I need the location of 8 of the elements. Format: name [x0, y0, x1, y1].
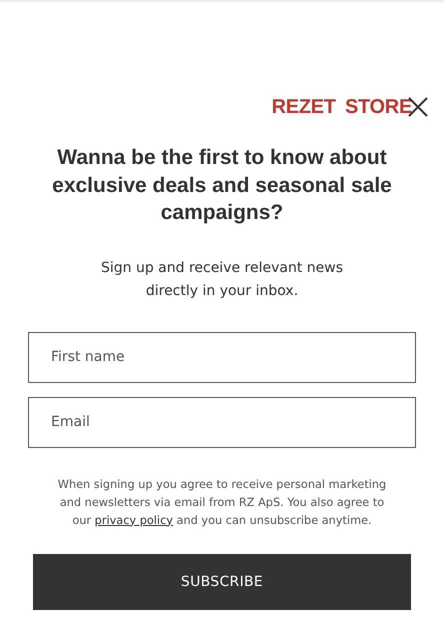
subscribe-button[interactable]: SUBSCRIBE — [33, 554, 411, 610]
input-field[interactable]: Email — [28, 396, 416, 448]
subtitle: Sign up and receive relevant news directly in your inbox. — [100, 258, 344, 300]
store-logo: REZET STORE — [272, 96, 412, 118]
privacy-policy-link[interactable]: privacy policy — [94, 514, 173, 526]
heading: Wanna be the first to know about exclusive deals and seasonal sale campaigns? — [51, 145, 393, 226]
input-field[interactable]: First name — [28, 332, 416, 382]
consent-text: When signing up you agree to receive personal marketing and newsletters via email from RZ ApS. You also agree to our privacy policy and you can unsubscribe anytime. — [56, 476, 388, 528]
